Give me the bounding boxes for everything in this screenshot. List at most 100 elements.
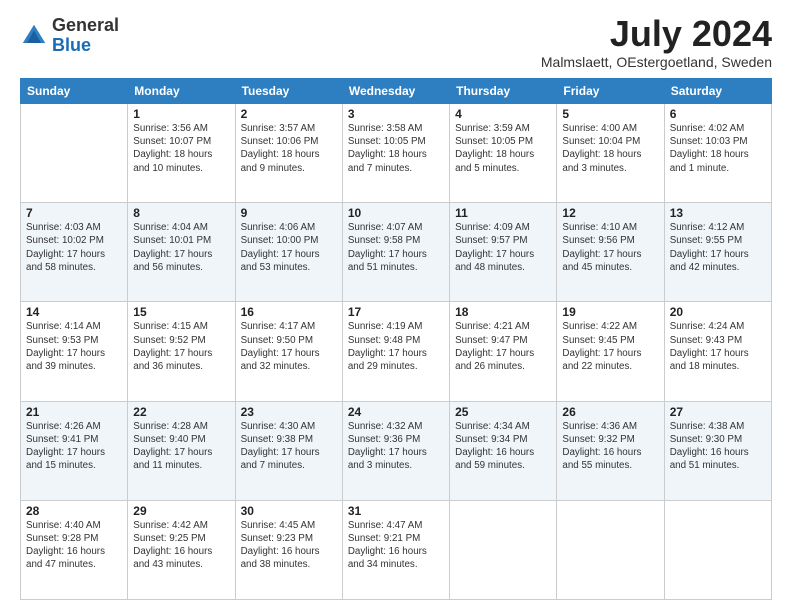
calendar-cell: 17Sunrise: 4:19 AM Sunset: 9:48 PM Dayli… [342, 302, 449, 401]
day-info: Sunrise: 4:17 AM Sunset: 9:50 PM Dayligh… [241, 320, 337, 373]
day-number: 20 [670, 305, 766, 319]
day-info: Sunrise: 4:10 AM Sunset: 9:56 PM Dayligh… [562, 221, 658, 274]
calendar-cell: 11Sunrise: 4:09 AM Sunset: 9:57 PM Dayli… [450, 203, 557, 302]
day-info: Sunrise: 4:02 AM Sunset: 10:03 PM Daylig… [670, 122, 766, 175]
day-number: 8 [133, 206, 229, 220]
calendar-cell: 1Sunrise: 3:56 AM Sunset: 10:07 PM Dayli… [128, 104, 235, 203]
calendar-cell [450, 500, 557, 599]
day-number: 30 [241, 504, 337, 518]
calendar-cell: 19Sunrise: 4:22 AM Sunset: 9:45 PM Dayli… [557, 302, 664, 401]
day-info: Sunrise: 4:15 AM Sunset: 9:52 PM Dayligh… [133, 320, 229, 373]
calendar-cell: 30Sunrise: 4:45 AM Sunset: 9:23 PM Dayli… [235, 500, 342, 599]
day-info: Sunrise: 4:00 AM Sunset: 10:04 PM Daylig… [562, 122, 658, 175]
calendar-cell: 28Sunrise: 4:40 AM Sunset: 9:28 PM Dayli… [21, 500, 128, 599]
calendar-table: SundayMondayTuesdayWednesdayThursdayFrid… [20, 78, 772, 600]
day-number: 14 [26, 305, 122, 319]
calendar-week-2: 7Sunrise: 4:03 AM Sunset: 10:02 PM Dayli… [21, 203, 772, 302]
calendar-cell [557, 500, 664, 599]
calendar-header-saturday: Saturday [664, 79, 771, 104]
day-number: 5 [562, 107, 658, 121]
calendar-week-5: 28Sunrise: 4:40 AM Sunset: 9:28 PM Dayli… [21, 500, 772, 599]
calendar-cell: 12Sunrise: 4:10 AM Sunset: 9:56 PM Dayli… [557, 203, 664, 302]
day-number: 19 [562, 305, 658, 319]
day-info: Sunrise: 4:26 AM Sunset: 9:41 PM Dayligh… [26, 420, 122, 473]
calendar-week-4: 21Sunrise: 4:26 AM Sunset: 9:41 PM Dayli… [21, 401, 772, 500]
day-number: 17 [348, 305, 444, 319]
day-number: 9 [241, 206, 337, 220]
calendar-cell: 31Sunrise: 4:47 AM Sunset: 9:21 PM Dayli… [342, 500, 449, 599]
day-number: 11 [455, 206, 551, 220]
calendar-cell: 21Sunrise: 4:26 AM Sunset: 9:41 PM Dayli… [21, 401, 128, 500]
day-number: 12 [562, 206, 658, 220]
day-info: Sunrise: 4:30 AM Sunset: 9:38 PM Dayligh… [241, 420, 337, 473]
day-number: 22 [133, 405, 229, 419]
calendar-cell: 3Sunrise: 3:58 AM Sunset: 10:05 PM Dayli… [342, 104, 449, 203]
calendar-header-monday: Monday [128, 79, 235, 104]
calendar-cell: 26Sunrise: 4:36 AM Sunset: 9:32 PM Dayli… [557, 401, 664, 500]
day-info: Sunrise: 4:40 AM Sunset: 9:28 PM Dayligh… [26, 519, 122, 572]
header: General Blue July 2024 Malmslaett, OEste… [20, 16, 772, 70]
day-info: Sunrise: 4:28 AM Sunset: 9:40 PM Dayligh… [133, 420, 229, 473]
day-number: 3 [348, 107, 444, 121]
location: Malmslaett, OEstergoetland, Sweden [541, 54, 772, 70]
day-number: 25 [455, 405, 551, 419]
day-info: Sunrise: 4:04 AM Sunset: 10:01 PM Daylig… [133, 221, 229, 274]
day-info: Sunrise: 4:12 AM Sunset: 9:55 PM Dayligh… [670, 221, 766, 274]
day-number: 29 [133, 504, 229, 518]
day-info: Sunrise: 4:24 AM Sunset: 9:43 PM Dayligh… [670, 320, 766, 373]
calendar-cell: 25Sunrise: 4:34 AM Sunset: 9:34 PM Dayli… [450, 401, 557, 500]
calendar-cell: 14Sunrise: 4:14 AM Sunset: 9:53 PM Dayli… [21, 302, 128, 401]
day-info: Sunrise: 4:09 AM Sunset: 9:57 PM Dayligh… [455, 221, 551, 274]
day-info: Sunrise: 4:36 AM Sunset: 9:32 PM Dayligh… [562, 420, 658, 473]
calendar-week-1: 1Sunrise: 3:56 AM Sunset: 10:07 PM Dayli… [21, 104, 772, 203]
day-info: Sunrise: 4:47 AM Sunset: 9:21 PM Dayligh… [348, 519, 444, 572]
day-info: Sunrise: 4:22 AM Sunset: 9:45 PM Dayligh… [562, 320, 658, 373]
calendar-header-row: SundayMondayTuesdayWednesdayThursdayFrid… [21, 79, 772, 104]
day-number: 2 [241, 107, 337, 121]
calendar-cell: 20Sunrise: 4:24 AM Sunset: 9:43 PM Dayli… [664, 302, 771, 401]
calendar-cell: 15Sunrise: 4:15 AM Sunset: 9:52 PM Dayli… [128, 302, 235, 401]
calendar-cell [664, 500, 771, 599]
calendar-cell: 13Sunrise: 4:12 AM Sunset: 9:55 PM Dayli… [664, 203, 771, 302]
day-number: 31 [348, 504, 444, 518]
calendar-cell: 10Sunrise: 4:07 AM Sunset: 9:58 PM Dayli… [342, 203, 449, 302]
day-info: Sunrise: 4:19 AM Sunset: 9:48 PM Dayligh… [348, 320, 444, 373]
calendar-header-friday: Friday [557, 79, 664, 104]
calendar-header-tuesday: Tuesday [235, 79, 342, 104]
day-info: Sunrise: 4:34 AM Sunset: 9:34 PM Dayligh… [455, 420, 551, 473]
logo-general: General [52, 15, 119, 35]
calendar-cell: 22Sunrise: 4:28 AM Sunset: 9:40 PM Dayli… [128, 401, 235, 500]
day-info: Sunrise: 4:32 AM Sunset: 9:36 PM Dayligh… [348, 420, 444, 473]
calendar-cell: 6Sunrise: 4:02 AM Sunset: 10:03 PM Dayli… [664, 104, 771, 203]
day-number: 1 [133, 107, 229, 121]
calendar-cell: 24Sunrise: 4:32 AM Sunset: 9:36 PM Dayli… [342, 401, 449, 500]
day-info: Sunrise: 4:45 AM Sunset: 9:23 PM Dayligh… [241, 519, 337, 572]
logo: General Blue [20, 16, 119, 56]
calendar-cell: 7Sunrise: 4:03 AM Sunset: 10:02 PM Dayli… [21, 203, 128, 302]
calendar-cell: 5Sunrise: 4:00 AM Sunset: 10:04 PM Dayli… [557, 104, 664, 203]
day-number: 7 [26, 206, 122, 220]
page: General Blue July 2024 Malmslaett, OEste… [0, 0, 792, 612]
day-number: 10 [348, 206, 444, 220]
day-info: Sunrise: 4:07 AM Sunset: 9:58 PM Dayligh… [348, 221, 444, 274]
day-number: 4 [455, 107, 551, 121]
day-info: Sunrise: 4:14 AM Sunset: 9:53 PM Dayligh… [26, 320, 122, 373]
day-number: 16 [241, 305, 337, 319]
day-info: Sunrise: 3:56 AM Sunset: 10:07 PM Daylig… [133, 122, 229, 175]
day-number: 23 [241, 405, 337, 419]
calendar-cell: 29Sunrise: 4:42 AM Sunset: 9:25 PM Dayli… [128, 500, 235, 599]
day-number: 27 [670, 405, 766, 419]
calendar-cell [21, 104, 128, 203]
day-number: 26 [562, 405, 658, 419]
title-block: July 2024 Malmslaett, OEstergoetland, Sw… [541, 16, 772, 70]
day-info: Sunrise: 4:38 AM Sunset: 9:30 PM Dayligh… [670, 420, 766, 473]
day-info: Sunrise: 3:58 AM Sunset: 10:05 PM Daylig… [348, 122, 444, 175]
calendar-cell: 23Sunrise: 4:30 AM Sunset: 9:38 PM Dayli… [235, 401, 342, 500]
month-title: July 2024 [541, 16, 772, 52]
day-number: 21 [26, 405, 122, 419]
calendar-cell: 16Sunrise: 4:17 AM Sunset: 9:50 PM Dayli… [235, 302, 342, 401]
calendar-header-thursday: Thursday [450, 79, 557, 104]
day-number: 18 [455, 305, 551, 319]
calendar-cell: 9Sunrise: 4:06 AM Sunset: 10:00 PM Dayli… [235, 203, 342, 302]
calendar-header-sunday: Sunday [21, 79, 128, 104]
